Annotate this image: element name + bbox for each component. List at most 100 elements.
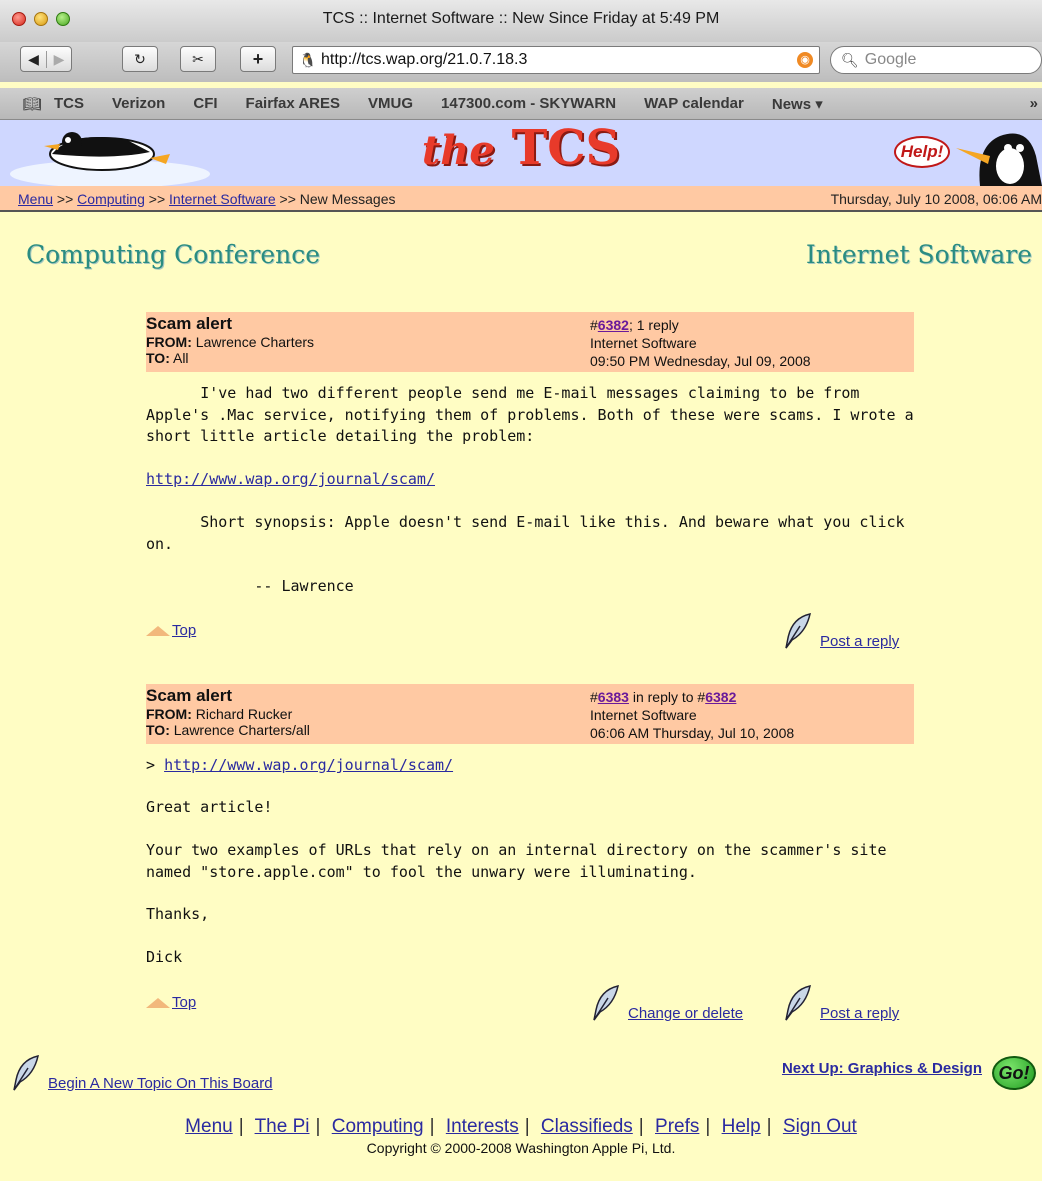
breadcrumb-current: New Messages — [299, 191, 396, 207]
message-signature: -- Lawrence — [146, 577, 354, 595]
board-heading: Internet Software — [805, 240, 1032, 269]
breadcrumb-separator: >> — [148, 191, 166, 207]
message-body: I've had two different people send me E-… — [146, 384, 923, 445]
tcs-logo[interactable]: the TCS — [0, 120, 1042, 176]
breadcrumb: Menu >> Computing >> Internet Software >… — [0, 186, 1042, 212]
message-number: #6383 in reply to #6382 — [590, 689, 737, 705]
scam-article-link[interactable]: http://www.wap.org/journal/scam/ — [146, 470, 435, 488]
window-title: TCS :: Internet Software :: New Since Fr… — [322, 10, 720, 27]
quill-pen-icon — [785, 985, 811, 1021]
message-body: Short synopsis: Apple doesn't send E-mai… — [146, 513, 914, 553]
message-header: Scam alert FROM: Richard Rucker TO: Lawr… — [146, 684, 914, 744]
up-arrow-icon — [146, 626, 170, 637]
message-meta-left: Scam alert FROM: Lawrence Charters TO: A… — [146, 314, 314, 366]
site-banner: the TCS Help! — [0, 120, 1042, 186]
bookmark-wap-calendar[interactable]: WAP calendar — [644, 95, 744, 112]
footer-prefs-link[interactable]: Prefs — [655, 1116, 699, 1137]
help-bubble-button[interactable]: Help! — [894, 136, 950, 168]
breadcrumb-menu-link[interactable]: Menu — [18, 191, 53, 207]
message-number: #6382; 1 reply — [590, 317, 679, 333]
message-body: Thanks, — [146, 905, 210, 923]
quill-pen-icon — [785, 613, 811, 649]
bookmarks-book-icon[interactable]: 📖︎ — [0, 95, 54, 113]
change-or-delete-button[interactable]: Change or delete — [590, 984, 743, 1022]
message-link-paragraph: http://www.wap.org/journal/scam/ — [146, 469, 916, 491]
message-to: TO: All — [146, 350, 189, 366]
help-penguin-icon — [956, 133, 1042, 186]
penguin-favicon-icon: 🐧 — [299, 51, 317, 68]
message-header: Scam alert FROM: Lawrence Charters TO: A… — [146, 312, 914, 372]
footer-help-link[interactable]: Help — [722, 1116, 761, 1137]
message-number-link[interactable]: 6383 — [598, 689, 629, 705]
copyright: Copyright © 2000-2008 Washington Apple P… — [366, 1140, 676, 1156]
message-meta-right: #6382; 1 reply Internet Software 09:50 P… — [590, 316, 811, 370]
address-input[interactable]: http://tcs.wap.org/21.0.7.18.3 — [321, 51, 797, 69]
go-button[interactable]: Go! — [992, 1056, 1036, 1090]
footer-sign-out-link[interactable]: Sign Out — [783, 1116, 857, 1137]
scissors-icon: ✂ — [192, 50, 204, 67]
quoted-article-link[interactable]: http://www.wap.org/journal/scam/ — [164, 756, 453, 774]
bookmark-skywarn[interactable]: 147300.com - SKYWARN — [441, 95, 616, 112]
message-signature: Dick — [146, 948, 183, 966]
footer-computing-link[interactable]: Computing — [332, 1116, 424, 1137]
message-quote: > http://www.wap.org/journal/scam/ — [146, 756, 454, 774]
message-meta-left: Scam alert FROM: Richard Rucker TO: Lawr… — [146, 686, 310, 738]
bookmark-fairfax-ares[interactable]: Fairfax ARES — [246, 95, 340, 112]
message-number-link[interactable]: 6382 — [598, 317, 629, 333]
footer-classifieds-link[interactable]: Classifieds — [541, 1116, 633, 1137]
bookmark-vmug[interactable]: VMUG — [368, 95, 413, 112]
footer-interests-link[interactable]: Interests — [446, 1116, 519, 1137]
breadcrumb-internet-software-link[interactable]: Internet Software — [169, 191, 276, 207]
back-icon[interactable]: ◀ — [21, 51, 46, 68]
post-reply-button[interactable]: Post a reply — [782, 984, 899, 1022]
message-body: Great article! — [146, 798, 273, 816]
current-date: Thursday, July 10 2008, 06:06 AM — [830, 191, 1042, 207]
message-subject: Scam alert — [146, 686, 232, 705]
footer-nav: Menu | The Pi | Computing | Interests | Clas… — [185, 1116, 857, 1137]
breadcrumb-computing-link[interactable]: Computing — [77, 191, 145, 207]
message-timestamp: 09:50 PM Wednesday, Jul 09, 2008 — [590, 353, 811, 369]
breadcrumb-separator: >> — [56, 191, 74, 207]
browser-toolbar: ◀ ▶ ↻ ✂ + 🐧 http://tcs.wap.org/21.0.7.18… — [0, 42, 1042, 82]
up-arrow-icon — [146, 998, 170, 1009]
message-subject: Scam alert — [146, 314, 232, 333]
message-from: FROM: Lawrence Charters — [146, 334, 315, 350]
quill-pen-icon — [13, 1055, 39, 1091]
bookmark-verizon[interactable]: Verizon — [112, 95, 165, 112]
back-forward-control: ◀ ▶ — [20, 46, 72, 72]
bookmarks-overflow-icon[interactable]: » — [1030, 95, 1038, 112]
bookmark-tcs[interactable]: TCS — [54, 95, 84, 112]
add-bookmark-button[interactable]: + — [240, 46, 276, 72]
message-meta-right: #6383 in reply to #6382 Internet Softwar… — [590, 688, 794, 742]
forward-icon[interactable]: ▶ — [45, 50, 71, 68]
parent-message-link[interactable]: 6382 — [705, 689, 736, 705]
bookmarks-bar: 📖︎ TCS Verizon CFI Fairfax ARES VMUG 147… — [0, 88, 1042, 120]
breadcrumb-separator: >> — [279, 191, 296, 207]
bookmark-news-menu[interactable]: News ▾ — [772, 95, 823, 113]
message-timestamp: 06:06 AM Thursday, Jul 10, 2008 — [590, 725, 795, 741]
footer-the-pi-link[interactable]: The Pi — [255, 1116, 310, 1137]
address-bar[interactable]: 🐧 http://tcs.wap.org/21.0.7.18.3 ◉ — [292, 46, 820, 74]
reload-icon: ↻ — [134, 50, 146, 67]
new-topic-button[interactable]: Begin A New Topic On This Board — [10, 1054, 273, 1092]
breadcrumb-trail: Menu >> Computing >> Internet Software >… — [18, 191, 395, 207]
message-board: Internet Software — [590, 707, 697, 723]
next-up-link[interactable]: Next Up: Graphics & Design — [782, 1060, 982, 1077]
conference-heading: Computing Conference — [26, 240, 321, 269]
bookmark-cfi[interactable]: CFI — [193, 95, 217, 112]
quill-pen-icon — [593, 985, 619, 1021]
top-link[interactable]: Top — [146, 994, 196, 1011]
message-board: Internet Software — [590, 335, 697, 351]
top-link[interactable]: Top — [146, 622, 196, 639]
footer-menu-link[interactable]: Menu — [185, 1116, 233, 1137]
search-placeholder: Google — [864, 51, 917, 68]
message-from: FROM: Richard Rucker — [146, 706, 293, 722]
post-reply-button[interactable]: Post a reply — [782, 612, 899, 650]
message-body: Your two examples of URLs that rely on a… — [146, 841, 896, 881]
search-field[interactable]: 🔍︎ Google — [830, 46, 1042, 74]
reload-button[interactable]: ↻ — [122, 46, 158, 72]
search-icon: 🔍︎ — [841, 51, 859, 68]
webclip-button[interactable]: ✂ — [180, 46, 216, 72]
rss-icon[interactable]: ◉ — [797, 52, 813, 68]
plus-icon: + — [252, 48, 264, 69]
